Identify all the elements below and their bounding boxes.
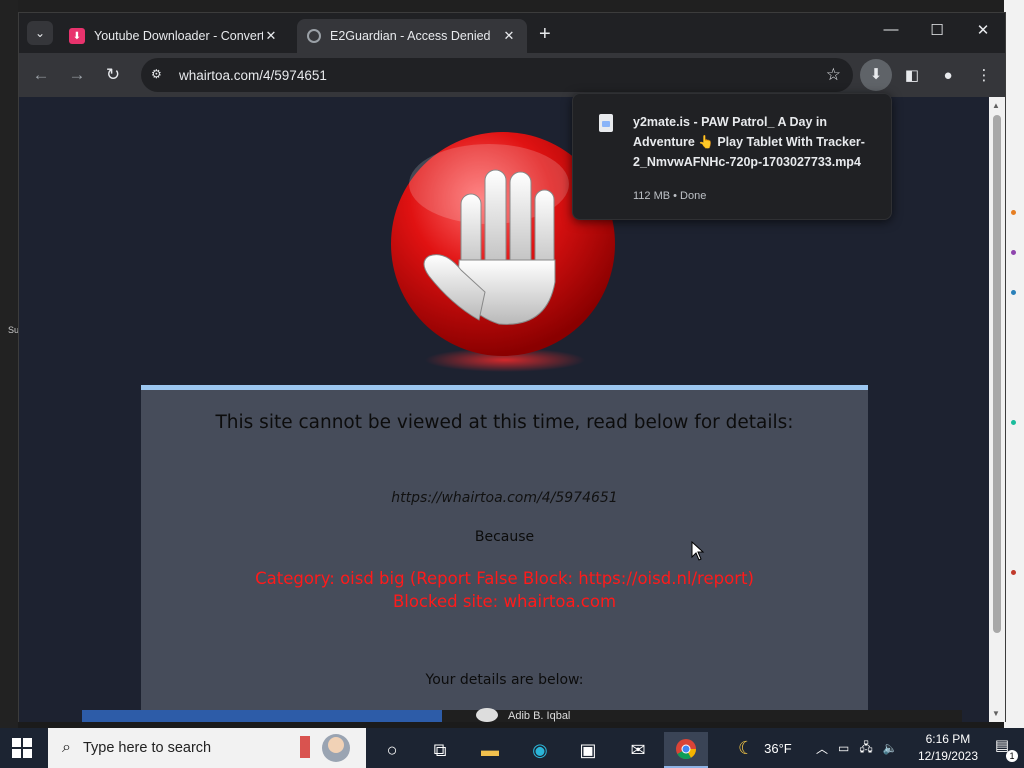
browser-toolbar: ← → ↻ ⚙ whairtoa.com/4/5974651 ☆ ⬇ ◧ ● ⋮ <box>19 53 1005 97</box>
tab-youtube-downloader[interactable]: ⬇ Youtube Downloader - Convert ✕ <box>59 19 289 53</box>
chrome-taskbar-icon[interactable] <box>664 732 708 768</box>
chrome-icon <box>676 739 697 760</box>
site-info-icon[interactable]: ⚙ <box>151 67 167 83</box>
browser-window: ⌄ ⬇ Youtube Downloader - Convert ✕ E2Gua… <box>18 12 1006 722</box>
mouse-cursor-icon <box>691 541 705 561</box>
weather-temp: 36°F <box>764 740 792 756</box>
search-icon: ⌕ <box>62 739 71 756</box>
back-arrow-icon[interactable]: ← <box>29 65 53 85</box>
address-url[interactable]: whairtoa.com/4/5974651 <box>179 68 327 83</box>
chevron-down-icon: ⌄ <box>34 26 46 40</box>
task-view-icon[interactable]: ⧉ <box>418 732 462 768</box>
cortana-icon[interactable]: ○ <box>370 732 414 768</box>
download-favicon-icon: ⬇ <box>69 28 85 44</box>
block-message-panel: This site cannot be viewed at this time,… <box>141 385 868 722</box>
bookmark-star-icon[interactable]: ☆ <box>826 65 841 85</box>
reload-icon[interactable]: ↻ <box>101 65 125 85</box>
tab-title: Youtube Downloader - Convert <box>94 29 263 43</box>
search-placeholder: Type here to search <box>82 740 212 756</box>
side-panel-icon[interactable]: ◧ <box>899 63 925 89</box>
desktop-dot <box>1011 420 1016 425</box>
system-tray: ︿ ▭ 🖧 🔈 <box>816 728 898 768</box>
download-filename[interactable]: y2mate.is - PAW Patrol_ A Day in Adventu… <box>633 112 873 172</box>
download-bubble[interactable]: y2mate.is - PAW Patrol_ A Day in Adventu… <box>572 93 892 220</box>
desktop-dot <box>1011 570 1016 575</box>
scrollbar-thumb[interactable] <box>993 115 1001 633</box>
block-reason-category: Category: oisd big (Report False Block: … <box>255 569 754 588</box>
microsoft-store-icon[interactable]: ▣ <box>566 732 610 768</box>
address-bar[interactable]: ⚙ whairtoa.com/4/5974651 ☆ <box>141 58 853 92</box>
clock-date: 12/19/2023 <box>917 749 978 763</box>
edge-browser-icon[interactable]: ◉ <box>518 732 562 768</box>
search-highlight-illustration-icon <box>300 734 350 762</box>
notification-badge: 1 <box>1006 750 1018 762</box>
video-author: Adib B. Iqbal <box>508 710 571 722</box>
profile-icon[interactable]: ● <box>935 63 961 89</box>
because-label: Because <box>474 529 535 545</box>
maximize-icon[interactable]: ☐ <box>917 21 957 39</box>
desktop-dot <box>1011 210 1016 215</box>
window-close-icon[interactable]: ✕ <box>963 21 1003 39</box>
tab-search-button[interactable]: ⌄ <box>27 21 53 45</box>
blocked-url: https://whairtoa.com/4/5974651 <box>391 490 618 506</box>
minimize-icon[interactable]: — <box>871 21 911 38</box>
download-status: 112 MB • Done <box>633 190 707 202</box>
taskbar-search-box[interactable]: ⌕ Type here to search <box>48 728 366 768</box>
desktop-right-strip <box>1004 0 1024 730</box>
globe-icon <box>307 29 321 43</box>
windows-start-icon[interactable] <box>12 738 32 758</box>
moon-icon: ☾ <box>738 737 755 758</box>
taskbar-clock[interactable]: 6:16 PM 12/19/2023 <box>918 731 978 765</box>
tab-strip: ⌄ ⬇ Youtube Downloader - Convert ✕ E2Gua… <box>19 13 1005 53</box>
new-tab-button[interactable]: + <box>539 23 551 46</box>
mail-icon[interactable]: ✉ <box>616 732 660 768</box>
scroll-down-icon[interactable]: ▼ <box>992 709 1000 718</box>
background-video-strip: Adib B. Iqbal <box>82 708 962 722</box>
page-scrollbar[interactable]: ▲ ▼ <box>989 97 1005 722</box>
video-file-icon <box>599 114 613 132</box>
meet-now-icon[interactable]: ▭ <box>838 741 849 755</box>
block-reason-site: Blocked site: whairtoa.com <box>392 592 617 611</box>
close-icon[interactable]: ✕ <box>263 28 279 44</box>
block-heading: This site cannot be viewed at this time,… <box>215 412 794 433</box>
windows-taskbar: ⌕ Type here to search ○ ⧉ ▬ ◉ ▣ ✉ ☾ 36°F… <box>0 728 1024 768</box>
notification-center-icon[interactable]: ▤ 1 <box>990 736 1018 762</box>
desktop-top-strip <box>0 0 1024 12</box>
desktop-left-strip: Su <box>0 0 19 730</box>
chevron-up-icon[interactable]: ︿ <box>816 740 828 757</box>
clock-time: 6:16 PM <box>925 732 971 746</box>
desktop-dot <box>1011 250 1016 255</box>
avatar <box>476 708 498 722</box>
scroll-up-icon[interactable]: ▲ <box>992 101 1000 110</box>
menu-kebab-icon[interactable]: ⋮ <box>971 63 997 89</box>
weather-widget[interactable]: ☾ 36°F <box>738 728 792 768</box>
tab-title: E2Guardian - Access Denied <box>330 29 491 43</box>
desktop-dot <box>1011 290 1016 295</box>
tab-e2guardian[interactable]: E2Guardian - Access Denied ✕ <box>297 19 527 53</box>
details-label: Your details are below: <box>425 672 584 688</box>
video-thumbnail <box>82 710 442 722</box>
file-explorer-icon[interactable]: ▬ <box>468 732 512 768</box>
volume-muted-icon[interactable]: 🔈 <box>883 741 898 755</box>
close-icon[interactable]: ✕ <box>501 28 517 44</box>
download-icon[interactable]: ⬇ <box>860 59 892 91</box>
network-icon[interactable]: 🖧 <box>859 738 872 759</box>
forward-arrow-icon[interactable]: → <box>65 65 89 85</box>
